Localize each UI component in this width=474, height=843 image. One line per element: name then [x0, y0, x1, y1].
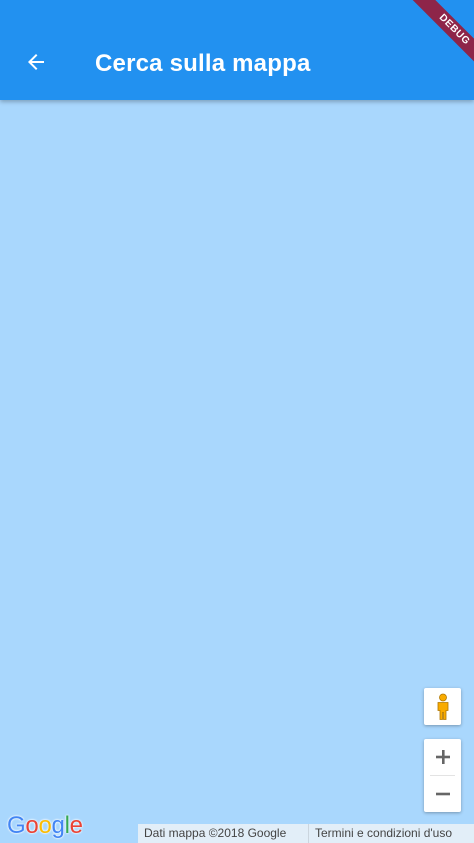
map-view[interactable]	[0, 100, 474, 843]
logo-letter: e	[69, 812, 83, 839]
zoom-controls	[424, 739, 461, 812]
logo-letter: G	[7, 812, 26, 839]
terms-link[interactable]: Termini e condizioni d'uso	[308, 824, 474, 843]
zoom-in-button[interactable]	[424, 739, 461, 775]
plus-icon	[435, 750, 450, 764]
logo-letter: o	[38, 812, 52, 839]
zoom-out-button[interactable]	[424, 776, 461, 812]
google-logo: Google	[7, 812, 83, 840]
logo-letter: o	[25, 812, 39, 839]
street-view-button[interactable]	[424, 688, 461, 725]
pegman-icon	[437, 693, 448, 720]
debug-banner: DEBUG	[388, 0, 474, 86]
debug-label: DEBUG	[405, 0, 474, 79]
arrow-back-icon	[28, 54, 44, 70]
logo-letter: g	[51, 812, 65, 839]
map-data-attribution: Dati mappa ©2018 Google	[138, 824, 308, 843]
page-title: Cerca sulla mappa	[95, 50, 311, 77]
minus-icon	[435, 792, 450, 796]
back-button[interactable]	[14, 40, 58, 84]
